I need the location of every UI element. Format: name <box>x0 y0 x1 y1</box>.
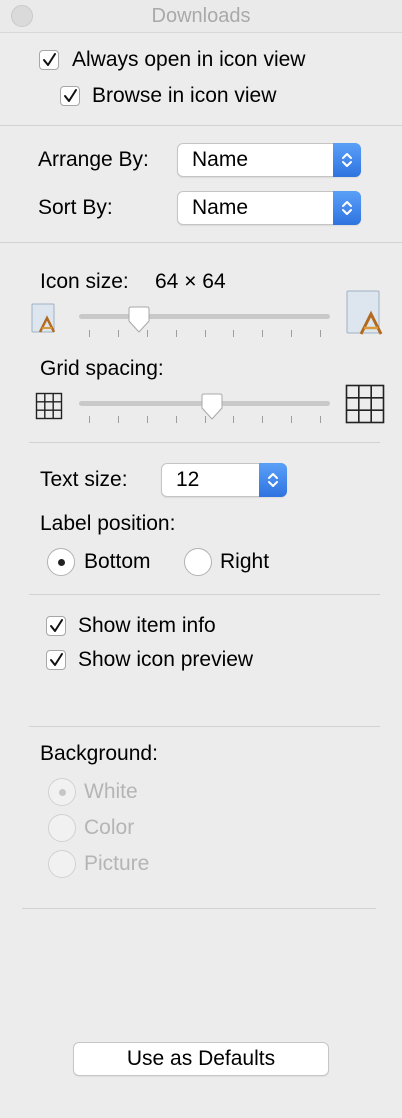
slider-tick <box>204 330 206 337</box>
use-as-defaults-button[interactable]: Use as Defaults <box>73 1042 329 1076</box>
popup-stepper <box>333 191 361 225</box>
checkbox-check-icon <box>43 53 56 66</box>
sort-by-value: Name <box>192 196 249 219</box>
text-size-popup[interactable]: 12 <box>161 463 287 497</box>
view-options-window: Downloads Always open in icon view Brows… <box>0 0 402 1118</box>
background-white-label: White <box>84 780 138 803</box>
slider-tick <box>146 416 148 423</box>
checkbox-check-icon <box>50 619 63 632</box>
background-label: Background: <box>40 742 158 765</box>
small-app-icon <box>31 303 56 333</box>
large-app-icon <box>346 290 383 335</box>
arrange-by-value: Name <box>192 148 249 171</box>
browse-icon-view-checkbox[interactable] <box>60 86 80 106</box>
popup-stepper <box>259 463 287 497</box>
label-position-bottom-radio[interactable] <box>47 548 75 576</box>
right-option-label: Right <box>220 550 270 573</box>
background-color-radio[interactable] <box>48 814 76 842</box>
icon-size-label: Icon size: <box>40 270 129 293</box>
slider-tick <box>117 330 119 337</box>
always-open-checkbox[interactable] <box>39 50 59 70</box>
show-item-info-checkbox[interactable] <box>46 616 66 636</box>
icon-size-slider-track[interactable] <box>79 314 330 319</box>
popup-stepper-icon <box>268 473 278 487</box>
background-picture-label: Picture <box>84 852 150 875</box>
slider-tick <box>291 416 293 423</box>
grid-spacing-label: Grid spacing: <box>40 357 164 380</box>
show-item-info-label: Show item info <box>78 614 216 637</box>
popup-stepper-icon <box>342 201 352 215</box>
slider-tick <box>233 416 235 423</box>
label-position-right-radio[interactable] <box>184 548 212 576</box>
slider-tick <box>262 330 264 337</box>
separator <box>29 594 380 595</box>
background-color-label: Color <box>84 816 135 839</box>
text-size-label: Text size: <box>40 468 128 491</box>
slider-tick <box>262 416 264 423</box>
show-icon-preview-checkbox[interactable] <box>46 650 66 670</box>
popup-stepper-icon <box>342 153 352 167</box>
icon-size-value: 64 × 64 <box>155 270 226 293</box>
small-grid-icon <box>35 392 63 420</box>
popup-stepper <box>333 143 361 177</box>
slider-tick <box>233 330 235 337</box>
slider-tick <box>89 416 90 423</box>
icon-size-slider-thumb[interactable] <box>126 305 152 335</box>
separator <box>0 125 402 126</box>
arrange-by-label: Arrange By: <box>38 148 149 171</box>
separator <box>22 908 376 909</box>
label-position-label: Label position: <box>40 512 176 535</box>
bottom-option-label: Bottom <box>84 550 151 573</box>
text-size-value: 12 <box>176 468 200 491</box>
slider-tick <box>175 416 177 423</box>
separator <box>0 242 402 243</box>
slider-tick <box>320 330 321 337</box>
separator <box>29 442 380 443</box>
slider-tick <box>89 330 90 337</box>
slider-tick <box>291 330 293 337</box>
large-grid-icon <box>345 384 385 424</box>
slider-tick <box>117 416 119 423</box>
browse-icon-view-label: Browse in icon view <box>92 84 277 107</box>
slider-tick <box>175 330 177 337</box>
window-title: Downloads <box>151 5 251 27</box>
radio-selected-dot <box>59 789 66 796</box>
sort-by-popup[interactable]: Name <box>177 191 361 225</box>
background-picture-radio[interactable] <box>48 850 76 878</box>
checkbox-check-icon <box>64 89 77 102</box>
arrange-by-popup[interactable]: Name <box>177 143 361 177</box>
slider-tick <box>320 416 321 423</box>
radio-selected-dot <box>58 559 65 566</box>
separator <box>29 726 380 727</box>
checkbox-check-icon <box>50 653 63 666</box>
show-icon-preview-label: Show icon preview <box>78 648 254 671</box>
title-bar: Downloads <box>0 0 402 33</box>
grid-spacing-slider-thumb[interactable] <box>199 392 225 422</box>
background-white-radio[interactable] <box>48 778 76 806</box>
always-open-label: Always open in icon view <box>72 48 306 71</box>
sort-by-label: Sort By: <box>38 196 113 219</box>
